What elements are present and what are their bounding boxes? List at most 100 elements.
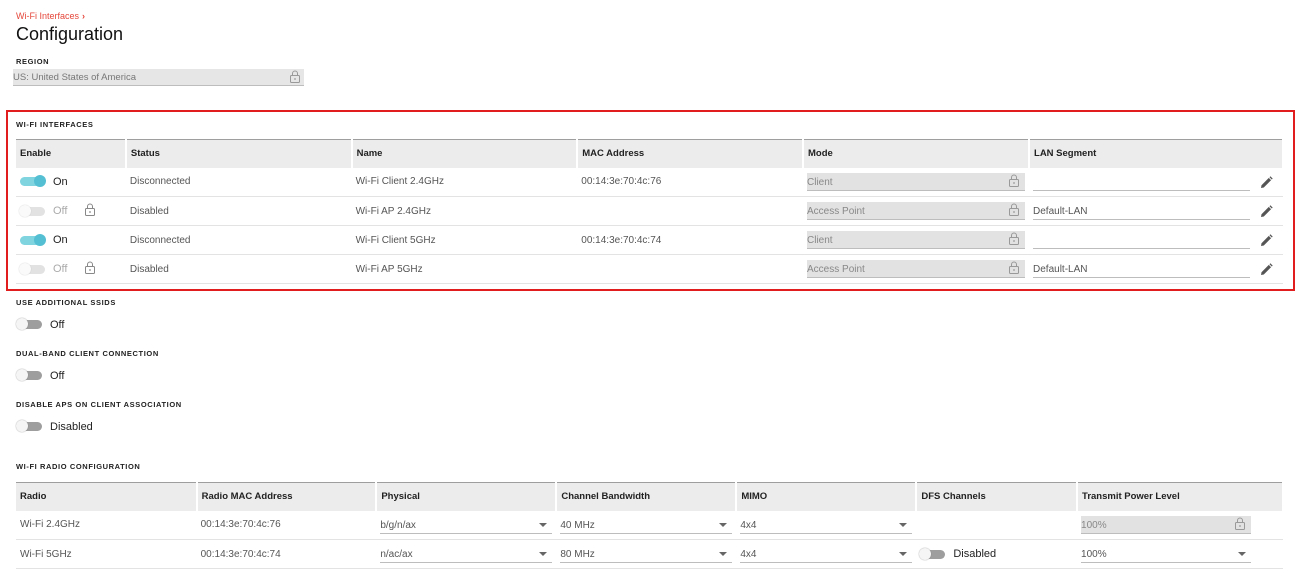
bandwidth-cell: 40 MHz <box>556 510 737 540</box>
transmit-power-value: 100% <box>1081 549 1107 560</box>
dfs-state: Disabled <box>953 548 997 560</box>
column-header-lan-segment[interactable]: LAN Segment <box>1029 139 1284 168</box>
mode-field: Access Point <box>807 202 1026 220</box>
mimo-dropdown[interactable]: 4x4 <box>740 545 913 563</box>
breadcrumb[interactable]: Wi-Fi Interfaces › <box>16 11 85 21</box>
physical-dropdown[interactable]: b/g/n/ax <box>380 516 553 534</box>
additional-ssids-label: USE ADDITIONAL SSIDS <box>16 298 116 307</box>
wifi-interfaces-label: WI-FI INTERFACES <box>16 120 94 129</box>
caret-down-icon <box>539 552 548 556</box>
bandwidth-cell: 80 MHz <box>556 539 737 569</box>
caret-down-icon <box>899 522 908 527</box>
enable-state: On <box>53 234 68 246</box>
lock-icon <box>84 261 96 277</box>
mimo-cell: 4x4 <box>736 510 917 540</box>
caret-down-icon <box>719 552 728 556</box>
pencil-icon[interactable] <box>1260 234 1273 250</box>
enable-state: On <box>53 175 68 188</box>
column-header-status[interactable]: Status <box>125 139 353 168</box>
mode-field: Client <box>807 172 1026 191</box>
lock-icon <box>1008 261 1020 274</box>
lan-segment-input[interactable]: Default-LAN <box>1033 202 1251 220</box>
transmit-power-dropdown[interactable]: 100% <box>1081 545 1252 563</box>
mode-cell: Access Point <box>803 254 1030 284</box>
dual-band-state: Off <box>50 369 65 382</box>
enable-state: Off <box>53 205 68 217</box>
column-header-radio[interactable]: Radio <box>16 482 198 511</box>
transmit-power-value: 100% <box>1081 519 1107 531</box>
mac-cell: 00:14:3e:70:4c:74 <box>577 225 804 255</box>
caret-down-icon <box>1238 552 1247 556</box>
radio-mac-cell: 00:14:3e:70:4c:76 <box>196 510 377 540</box>
name-cell: Wi-Fi AP 2.4GHz <box>351 196 578 226</box>
pencil-icon[interactable] <box>1260 263 1273 279</box>
dual-band-setting: Off <box>16 367 65 385</box>
caret-down-icon <box>719 522 728 527</box>
column-header-radio-mac[interactable]: Radio MAC Address <box>196 482 378 511</box>
dual-band-toggle[interactable] <box>16 369 42 382</box>
breadcrumb-link[interactable]: Wi-Fi Interfaces <box>16 11 79 21</box>
enable-cell: Off <box>16 254 126 284</box>
column-header-physical[interactable]: Physical <box>376 482 558 511</box>
pencil-icon[interactable] <box>1260 205 1273 221</box>
radio-cell: Wi-Fi 2.4GHz <box>16 510 197 540</box>
mode-cell: Client <box>803 167 1030 197</box>
column-header-transmit-power[interactable]: Transmit Power Level <box>1077 482 1284 511</box>
lan-segment-input[interactable] <box>1033 231 1251 249</box>
pencil-icon[interactable] <box>1260 175 1273 192</box>
bandwidth-dropdown[interactable]: 80 MHz <box>560 545 733 563</box>
lock-icon <box>1234 517 1246 530</box>
enable-toggle <box>19 262 45 275</box>
dfs-toggle[interactable] <box>919 547 946 560</box>
column-header-name[interactable]: Name <box>351 139 579 168</box>
page-title: Configuration <box>16 24 124 44</box>
chevron-right-icon: › <box>82 11 86 21</box>
lan-segment-cell <box>1029 167 1283 197</box>
enable-toggle[interactable] <box>20 233 46 246</box>
status-cell: Disconnected <box>125 225 352 255</box>
lock-icon <box>1008 232 1020 245</box>
lan-segment-input[interactable]: Default-LAN <box>1033 260 1251 278</box>
mode-field: Access Point <box>807 260 1026 278</box>
status-cell: Disabled <box>125 254 352 284</box>
caret-down-icon <box>899 552 908 556</box>
additional-ssids-toggle[interactable] <box>16 318 42 331</box>
mode-cell: Access Point <box>803 196 1030 226</box>
disable-aps-toggle[interactable] <box>16 420 42 433</box>
table-header-row: Enable Status Name MAC Address Mode LAN … <box>16 139 1284 168</box>
physical-dropdown[interactable]: n/ac/ax <box>380 545 553 563</box>
enable-cell: On <box>16 225 126 255</box>
physical-value: b/g/n/ax <box>380 519 416 531</box>
column-header-channel-bandwidth[interactable]: Channel Bandwidth <box>556 482 738 511</box>
enable-cell: On <box>16 167 126 197</box>
column-header-mimo[interactable]: MIMO <box>736 482 918 511</box>
mac-cell: 00:14:3e:70:4c:76 <box>577 167 804 197</box>
enable-toggle[interactable] <box>20 175 46 188</box>
lan-segment-input[interactable] <box>1033 173 1251 191</box>
column-header-enable[interactable]: Enable <box>16 139 127 168</box>
physical-cell: n/ac/ax <box>376 539 557 569</box>
physical-value: n/ac/ax <box>380 549 413 560</box>
column-header-mac[interactable]: MAC Address <box>577 139 805 168</box>
column-header-dfs-channels[interactable]: DFS Channels <box>916 482 1079 511</box>
radio-config-table: Radio Radio MAC Address Physical Channel… <box>16 482 1284 569</box>
transmit-power-cell: 100% <box>1077 539 1283 569</box>
bandwidth-dropdown[interactable]: 40 MHz <box>560 516 733 534</box>
mimo-value: 4x4 <box>740 549 757 560</box>
enable-toggle <box>19 204 45 217</box>
bandwidth-value: 80 MHz <box>560 549 595 560</box>
region-label: REGION <box>16 57 50 66</box>
lan-segment-cell <box>1029 225 1283 255</box>
lock-icon <box>1008 174 1020 187</box>
mimo-dropdown[interactable]: 4x4 <box>740 516 913 534</box>
mode-value: Access Point <box>807 206 865 217</box>
lan-segment-cell: Default-LAN <box>1029 254 1283 284</box>
radio-mac-cell: 00:14:3e:70:4c:74 <box>196 539 377 569</box>
lock-icon <box>84 203 96 219</box>
mode-field: Client <box>807 231 1026 249</box>
wifi-interfaces-table: Enable Status Name MAC Address Mode LAN … <box>16 139 1284 284</box>
region-field: US: United States of America <box>13 69 304 86</box>
column-header-mode[interactable]: Mode <box>803 139 1031 168</box>
mac-cell <box>577 254 804 284</box>
physical-cell: b/g/n/ax <box>376 510 557 540</box>
